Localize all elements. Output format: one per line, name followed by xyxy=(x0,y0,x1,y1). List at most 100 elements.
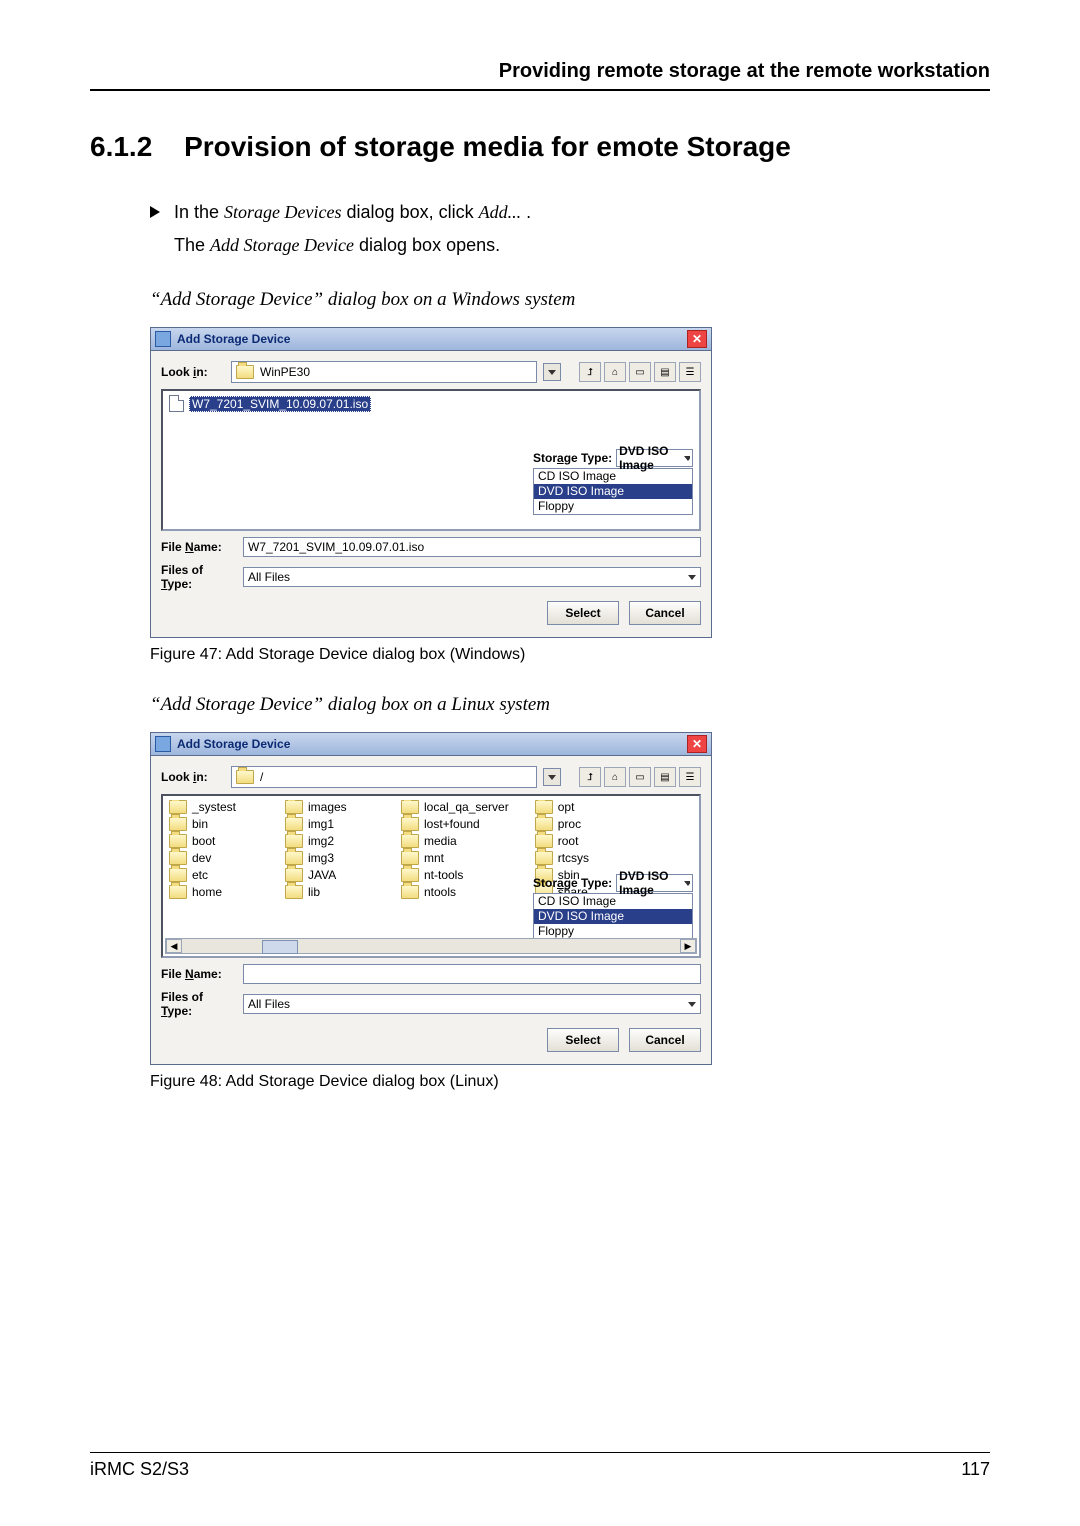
look-in-dropdown-button[interactable] xyxy=(543,768,561,786)
folder-item[interactable]: lost+found xyxy=(401,817,509,831)
look-in-value: WinPE30 xyxy=(260,365,310,379)
details-view-icon[interactable]: ☰ xyxy=(679,362,701,382)
scrollbar-track[interactable] xyxy=(182,940,680,952)
folder-icon xyxy=(535,817,553,831)
file-name-input[interactable] xyxy=(243,964,701,984)
folder-icon xyxy=(401,868,419,882)
folder-icon xyxy=(285,834,303,848)
figure-48-above-caption: “Add Storage Device” dialog box on a Lin… xyxy=(150,694,990,716)
close-icon[interactable]: ✕ xyxy=(687,330,707,348)
cancel-button[interactable]: Cancel xyxy=(629,1028,701,1052)
look-in-combo[interactable]: / xyxy=(231,766,537,788)
app-icon xyxy=(155,331,171,347)
files-of-type-label: Files of Type: xyxy=(161,990,237,1018)
look-in-dropdown-button[interactable] xyxy=(543,363,561,381)
folder-item[interactable]: img3 xyxy=(285,851,375,865)
home-icon[interactable]: ⌂ xyxy=(604,362,626,382)
storage-type-label: Storage Type: xyxy=(533,876,612,890)
folder-item[interactable]: images xyxy=(285,800,375,814)
folder-icon xyxy=(169,885,187,899)
folder-item[interactable]: opt xyxy=(535,800,625,814)
page-footer: iRMC S2/S3 117 xyxy=(90,1452,990,1480)
folder-item[interactable]: JAVA xyxy=(285,868,375,882)
chevron-down-icon xyxy=(684,454,690,462)
folder-icon xyxy=(236,770,254,784)
home-icon[interactable]: ⌂ xyxy=(604,767,626,787)
section-number: 6.1.2 xyxy=(90,131,152,163)
storage-type-combo[interactable]: DVD ISO Image xyxy=(616,874,693,892)
folder-icon xyxy=(169,851,187,865)
list-view-icon[interactable]: ▤ xyxy=(654,767,676,787)
close-icon[interactable]: ✕ xyxy=(687,735,707,753)
scrollbar-thumb[interactable] xyxy=(262,940,298,954)
folder-item[interactable]: home xyxy=(169,885,259,899)
dialog-titlebar[interactable]: Add Storage Device ✕ xyxy=(151,328,711,351)
chevron-down-icon xyxy=(688,573,696,581)
folder-item[interactable]: mnt xyxy=(401,851,509,865)
running-header: Providing remote storage at the remote w… xyxy=(90,60,990,91)
cancel-button[interactable]: Cancel xyxy=(629,601,701,625)
file-list-area[interactable]: _systest bin boot dev etc home images im… xyxy=(161,794,701,958)
folder-icon xyxy=(401,834,419,848)
folder-item[interactable]: proc xyxy=(535,817,625,831)
folder-item[interactable]: bin xyxy=(169,817,259,831)
folder-icon xyxy=(169,868,187,882)
select-button[interactable]: Select xyxy=(547,601,619,625)
select-button[interactable]: Select xyxy=(547,1028,619,1052)
storage-type-option[interactable]: Floppy xyxy=(534,499,692,514)
files-of-type-combo[interactable]: All Files xyxy=(243,567,701,587)
up-folder-icon[interactable]: ⮥ xyxy=(579,767,601,787)
page-number: 117 xyxy=(961,1459,990,1480)
section-heading: 6.1.2 Provision of storage media for emo… xyxy=(90,131,990,163)
folder-item[interactable]: rtcsys xyxy=(535,851,625,865)
up-folder-icon[interactable]: ⮥ xyxy=(579,362,601,382)
look-in-combo[interactable]: WinPE30 xyxy=(231,361,537,383)
storage-type-dropdown-list[interactable]: CD ISO Image DVD ISO Image Floppy xyxy=(533,468,693,515)
folder-item[interactable]: img1 xyxy=(285,817,375,831)
chevron-down-icon xyxy=(684,879,690,887)
folder-item[interactable]: _systest xyxy=(169,800,259,814)
folder-item[interactable]: ntools xyxy=(401,885,509,899)
folder-item[interactable]: root xyxy=(535,834,625,848)
folder-item[interactable]: etc xyxy=(169,868,259,882)
folder-item[interactable]: lib xyxy=(285,885,375,899)
list-view-icon[interactable]: ▤ xyxy=(654,362,676,382)
folder-icon xyxy=(535,834,553,848)
folder-icon xyxy=(401,885,419,899)
storage-type-option[interactable]: DVD ISO Image xyxy=(534,484,692,499)
new-folder-icon[interactable]: ▭ xyxy=(629,362,651,382)
folder-icon xyxy=(285,851,303,865)
triangle-bullet-icon xyxy=(150,206,160,218)
file-list-area[interactable]: W7_7201_SVIM_10.09.07.01.iso Storage Typ… xyxy=(161,389,701,531)
folder-icon xyxy=(401,800,419,814)
section-title-text: Provision of storage media for emote Sto… xyxy=(184,131,791,162)
new-folder-icon[interactable]: ▭ xyxy=(629,767,651,787)
storage-type-option[interactable]: DVD ISO Image xyxy=(534,909,692,924)
file-item[interactable]: W7_7201_SVIM_10.09.07.01.iso xyxy=(169,395,693,412)
storage-type-label: Storage Type: xyxy=(533,451,612,465)
horizontal-scrollbar[interactable]: ◀ ▶ xyxy=(165,938,697,954)
figure-48-caption: Figure 48: Add Storage Device dialog box… xyxy=(150,1073,990,1091)
instruction-bullet: In the Storage Devices dialog box, click… xyxy=(150,199,990,259)
dialog-title: Add Storage Device xyxy=(177,737,290,751)
file-name-input[interactable]: W7_7201_SVIM_10.09.07.01.iso xyxy=(243,537,701,557)
folder-item[interactable]: media xyxy=(401,834,509,848)
dialog-titlebar[interactable]: Add Storage Device ✕ xyxy=(151,733,711,756)
details-view-icon[interactable]: ☰ xyxy=(679,767,701,787)
storage-type-dropdown-list[interactable]: CD ISO Image DVD ISO Image Floppy xyxy=(533,893,693,940)
scroll-right-icon[interactable]: ▶ xyxy=(680,939,696,953)
storage-type-option[interactable]: Floppy xyxy=(534,924,692,939)
folder-item[interactable]: boot xyxy=(169,834,259,848)
folder-item[interactable]: nt-tools xyxy=(401,868,509,882)
storage-type-panel: Storage Type: DVD ISO Image CD ISO Image… xyxy=(533,449,693,515)
folder-item[interactable]: local_qa_server xyxy=(401,800,509,814)
app-icon xyxy=(155,736,171,752)
folder-icon xyxy=(285,868,303,882)
scroll-left-icon[interactable]: ◀ xyxy=(166,939,182,953)
files-of-type-combo[interactable]: All Files xyxy=(243,994,701,1014)
look-in-label: Look in: xyxy=(161,770,225,784)
folder-item[interactable]: img2 xyxy=(285,834,375,848)
storage-type-combo[interactable]: DVD ISO Image xyxy=(616,449,693,467)
folder-item[interactable]: dev xyxy=(169,851,259,865)
add-storage-device-dialog-linux: Add Storage Device ✕ Look in: / ⮥ ⌂ xyxy=(150,732,712,1065)
